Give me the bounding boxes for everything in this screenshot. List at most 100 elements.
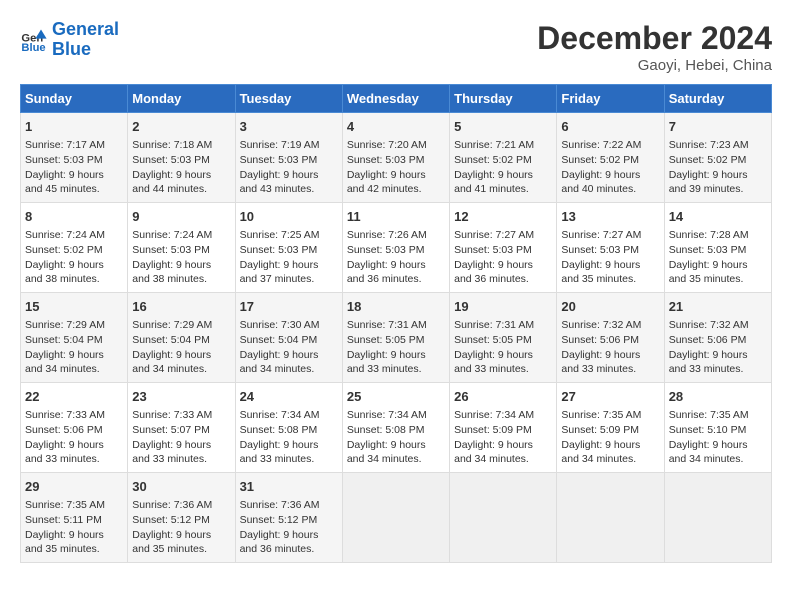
- calendar-cell: 31 Sunrise: 7:36 AM Sunset: 5:12 PM Dayligh…: [235, 473, 342, 563]
- sunrise-text: Sunrise: 7:35 AM: [561, 409, 641, 421]
- day-number: 15: [25, 298, 123, 316]
- daylight-text: Daylight: 9 hours and 35 minutes.: [561, 259, 640, 286]
- sunset-text: Sunset: 5:02 PM: [561, 154, 639, 166]
- calendar-cell: 10Sunrise: 7:25 AMSunset: 5:03 PMDayligh…: [235, 203, 342, 293]
- sunrise-text: Sunrise: 7:33 AM: [132, 409, 212, 421]
- sunrise-text: Sunrise: 7:21 AM: [454, 139, 534, 151]
- calendar-cell: 18Sunrise: 7:31 AMSunset: 5:05 PMDayligh…: [342, 293, 449, 383]
- day-number: 17: [240, 298, 338, 316]
- day-number: 10: [240, 208, 338, 226]
- day-number: 29: [25, 478, 123, 496]
- daylight-text: Daylight: 9 hours and 36 minutes.: [240, 529, 319, 556]
- sunrise-text: Sunrise: 7:20 AM: [347, 139, 427, 151]
- location: Gaoyi, Hebei, China: [537, 57, 772, 74]
- daylight-text: Daylight: 9 hours and 45 minutes.: [25, 169, 104, 196]
- calendar-week-row: 1Sunrise: 7:17 AMSunset: 5:03 PMDaylight…: [21, 113, 772, 203]
- calendar-cell: [450, 473, 557, 563]
- calendar-cell: 23Sunrise: 7:33 AMSunset: 5:07 PMDayligh…: [128, 383, 235, 473]
- sunrise-text: Sunrise: 7:34 AM: [454, 409, 534, 421]
- daylight-text: Daylight: 9 hours and 38 minutes.: [132, 259, 211, 286]
- day-number: 16: [132, 298, 230, 316]
- calendar-cell: 8Sunrise: 7:24 AMSunset: 5:02 PMDaylight…: [21, 203, 128, 293]
- daylight-text: Daylight: 9 hours and 35 minutes.: [132, 529, 211, 556]
- day-number: 24: [240, 388, 338, 406]
- day-number: 22: [25, 388, 123, 406]
- weekday-header-row: SundayMondayTuesdayWednesdayThursdayFrid…: [21, 85, 772, 113]
- sunrise-text: Sunrise: 7:19 AM: [240, 139, 320, 151]
- sunset-text: Sunset: 5:08 PM: [240, 424, 318, 436]
- sunrise-text: Sunrise: 7:27 AM: [561, 229, 641, 241]
- logo-icon: Gen Blue: [20, 26, 48, 54]
- weekday-header: Thursday: [450, 85, 557, 113]
- calendar-cell: 2Sunrise: 7:18 AMSunset: 5:03 PMDaylight…: [128, 113, 235, 203]
- sunrise-text: Sunrise: 7:28 AM: [669, 229, 749, 241]
- sunrise-text: Sunrise: 7:18 AM: [132, 139, 212, 151]
- sunrise-text: Sunrise: 7:25 AM: [240, 229, 320, 241]
- day-number: 4: [347, 118, 445, 136]
- calendar-cell: 22Sunrise: 7:33 AMSunset: 5:06 PMDayligh…: [21, 383, 128, 473]
- calendar-cell: 25Sunrise: 7:34 AMSunset: 5:08 PMDayligh…: [342, 383, 449, 473]
- calendar-cell: 28Sunrise: 7:35 AMSunset: 5:10 PMDayligh…: [664, 383, 771, 473]
- weekday-header: Friday: [557, 85, 664, 113]
- calendar-cell: 13Sunrise: 7:27 AMSunset: 5:03 PMDayligh…: [557, 203, 664, 293]
- sunset-text: Sunset: 5:12 PM: [132, 514, 210, 526]
- sunset-text: Sunset: 5:09 PM: [454, 424, 532, 436]
- sunset-text: Sunset: 5:04 PM: [240, 334, 318, 346]
- daylight-text: Daylight: 9 hours and 33 minutes.: [561, 349, 640, 376]
- calendar-cell: 6Sunrise: 7:22 AMSunset: 5:02 PMDaylight…: [557, 113, 664, 203]
- weekday-header: Sunday: [21, 85, 128, 113]
- daylight-text: Daylight: 9 hours and 34 minutes.: [25, 349, 104, 376]
- daylight-text: Daylight: 9 hours and 33 minutes.: [132, 439, 211, 466]
- calendar-cell: 12Sunrise: 7:27 AMSunset: 5:03 PMDayligh…: [450, 203, 557, 293]
- calendar-cell: 17Sunrise: 7:30 AMSunset: 5:04 PMDayligh…: [235, 293, 342, 383]
- calendar-cell: 9Sunrise: 7:24 AMSunset: 5:03 PMDaylight…: [128, 203, 235, 293]
- calendar-week-row: 22Sunrise: 7:33 AMSunset: 5:06 PMDayligh…: [21, 383, 772, 473]
- day-number: 18: [347, 298, 445, 316]
- daylight-text: Daylight: 9 hours and 33 minutes.: [669, 349, 748, 376]
- sunrise-text: Sunrise: 7:36 AM: [240, 499, 320, 511]
- sunset-text: Sunset: 5:04 PM: [25, 334, 103, 346]
- sunset-text: Sunset: 5:08 PM: [347, 424, 425, 436]
- daylight-text: Daylight: 9 hours and 43 minutes.: [240, 169, 319, 196]
- sunset-text: Sunset: 5:05 PM: [454, 334, 532, 346]
- weekday-header: Tuesday: [235, 85, 342, 113]
- day-number: 31: [240, 478, 338, 496]
- sunrise-text: Sunrise: 7:34 AM: [347, 409, 427, 421]
- sunset-text: Sunset: 5:10 PM: [669, 424, 747, 436]
- sunset-text: Sunset: 5:03 PM: [240, 154, 318, 166]
- month-title: December 2024: [537, 20, 772, 57]
- sunrise-text: Sunrise: 7:35 AM: [669, 409, 749, 421]
- sunset-text: Sunset: 5:03 PM: [454, 244, 532, 256]
- sunset-text: Sunset: 5:06 PM: [561, 334, 639, 346]
- calendar-table: SundayMondayTuesdayWednesdayThursdayFrid…: [20, 84, 772, 563]
- page-header: Gen Blue GeneralBlue December 2024 Gaoyi…: [20, 20, 772, 74]
- sunrise-text: Sunrise: 7:24 AM: [132, 229, 212, 241]
- daylight-text: Daylight: 9 hours and 34 minutes.: [561, 439, 640, 466]
- day-number: 13: [561, 208, 659, 226]
- calendar-cell: [557, 473, 664, 563]
- calendar-cell: 20Sunrise: 7:32 AMSunset: 5:06 PMDayligh…: [557, 293, 664, 383]
- daylight-text: Daylight: 9 hours and 35 minutes.: [669, 259, 748, 286]
- logo-text: GeneralBlue: [52, 20, 119, 60]
- sunset-text: Sunset: 5:03 PM: [240, 244, 318, 256]
- daylight-text: Daylight: 9 hours and 39 minutes.: [669, 169, 748, 196]
- calendar-cell: 4Sunrise: 7:20 AMSunset: 5:03 PMDaylight…: [342, 113, 449, 203]
- daylight-text: Daylight: 9 hours and 44 minutes.: [132, 169, 211, 196]
- day-number: 20: [561, 298, 659, 316]
- day-number: 3: [240, 118, 338, 136]
- sunrise-text: Sunrise: 7:23 AM: [669, 139, 749, 151]
- sunset-text: Sunset: 5:12 PM: [240, 514, 318, 526]
- sunrise-text: Sunrise: 7:31 AM: [454, 319, 534, 331]
- day-number: 12: [454, 208, 552, 226]
- daylight-text: Daylight: 9 hours and 36 minutes.: [347, 259, 426, 286]
- weekday-header: Monday: [128, 85, 235, 113]
- calendar-cell: 27Sunrise: 7:35 AMSunset: 5:09 PMDayligh…: [557, 383, 664, 473]
- calendar-cell: 7Sunrise: 7:23 AMSunset: 5:02 PMDaylight…: [664, 113, 771, 203]
- daylight-text: Daylight: 9 hours and 34 minutes.: [454, 439, 533, 466]
- day-number: 23: [132, 388, 230, 406]
- day-number: 30: [132, 478, 230, 496]
- day-number: 11: [347, 208, 445, 226]
- daylight-text: Daylight: 9 hours and 42 minutes.: [347, 169, 426, 196]
- calendar-cell: 16Sunrise: 7:29 AMSunset: 5:04 PMDayligh…: [128, 293, 235, 383]
- daylight-text: Daylight: 9 hours and 38 minutes.: [25, 259, 104, 286]
